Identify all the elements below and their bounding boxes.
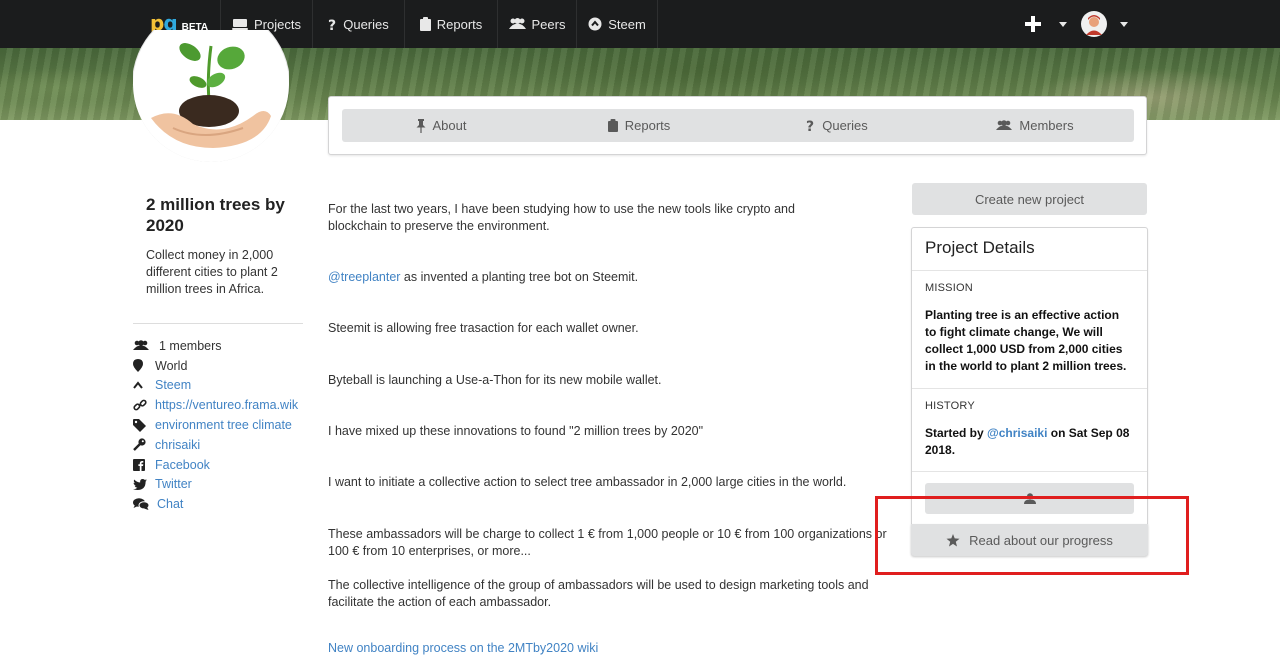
users-icon — [133, 340, 149, 351]
highlight-box — [875, 496, 1189, 575]
history-text: Started by @chrisaiki on Sat Sep 08 2018… — [925, 425, 1130, 459]
project-title: 2 million trees by 2020 — [146, 195, 285, 235]
divider — [912, 388, 1147, 389]
meta-tags[interactable]: environment tree climate — [133, 415, 313, 435]
create-project-button[interactable]: Create new project — [912, 183, 1147, 215]
create-menu[interactable] — [1024, 0, 1067, 48]
meta-owner[interactable]: chrisaiki — [133, 435, 313, 455]
nav-steem[interactable]: Steem — [576, 0, 658, 48]
paragraph: Byteball is launching a Use-a-Thon for i… — [328, 373, 662, 387]
meta-facebook[interactable]: Facebook — [133, 455, 313, 475]
paragraph: The collective intelligence of the group… — [328, 578, 869, 609]
meta-members: 1 members — [133, 336, 313, 356]
nav-steem-label: Steem — [608, 16, 646, 32]
meta-facebook-link[interactable]: Facebook — [155, 458, 210, 472]
paragraph: New onboarding process on the 2MTby2020 … — [328, 640, 888, 657]
avatar — [1081, 11, 1107, 37]
paragraph: For the last two years, I have been stud… — [328, 202, 795, 233]
history-user-link[interactable]: @chrisaiki — [987, 426, 1047, 440]
meta-steem[interactable]: Steem — [133, 376, 313, 396]
project-meta-list: 1 members World Steem https://ventureo.f… — [133, 336, 313, 514]
clipboard-icon — [607, 119, 618, 132]
nav-reports[interactable]: Reports — [404, 0, 497, 48]
project-tab-card: About Reports ? Queries Members — [328, 96, 1147, 155]
meta-owner-link[interactable]: chrisaiki — [155, 438, 200, 452]
svg-text:?: ? — [806, 119, 814, 132]
meta-website[interactable]: https://ventureo.frama.wik — [133, 395, 313, 415]
paragraph: I want to initiate a collective action t… — [328, 475, 847, 489]
meta-steem-link[interactable]: Steem — [155, 378, 191, 392]
tag-icon — [133, 418, 146, 432]
mission-text: Planting tree is an effective action to … — [925, 308, 1127, 373]
paragraph: Steemit is allowing free trasaction for … — [328, 321, 639, 335]
pin-icon — [416, 118, 425, 133]
nav-queries-label: Queries — [343, 16, 389, 32]
nav-reports-label: Reports — [436, 16, 483, 32]
meta-twitter-link[interactable]: Twitter — [155, 477, 192, 491]
tab-members[interactable]: Members — [936, 109, 1134, 142]
meta-members-text: 1 members — [159, 338, 222, 353]
question-icon: ? — [328, 18, 336, 31]
link-icon — [133, 399, 147, 411]
history-label: HISTORY — [925, 400, 975, 412]
project-description: Collect money in 2,000 different cities … — [146, 248, 278, 296]
question-icon: ? — [806, 119, 814, 132]
meta-location-text: World — [155, 358, 188, 373]
projects-icon — [232, 18, 249, 30]
paragraph: I have mixed up these innovations to fou… — [328, 424, 704, 438]
history-prefix: Started by — [925, 426, 988, 440]
tab-queries[interactable]: ? Queries — [738, 109, 936, 142]
meta-location: World — [133, 356, 313, 376]
tab-members-label: Members — [1019, 118, 1074, 133]
twitter-icon — [133, 478, 147, 490]
steem-chevron-icon — [133, 381, 143, 390]
chevron-down-icon — [1120, 21, 1128, 27]
chevron-down-icon — [1059, 21, 1067, 27]
tab-reports[interactable]: Reports — [540, 109, 738, 142]
tab-reports-label: Reports — [624, 118, 671, 133]
map-marker-icon — [133, 359, 143, 373]
user-menu[interactable] — [1081, 0, 1128, 48]
project-image — [133, 30, 289, 162]
project-tabs: About Reports ? Queries Members — [342, 109, 1134, 142]
tab-queries-label: Queries — [822, 118, 868, 133]
meta-twitter[interactable]: Twitter — [133, 475, 313, 495]
chat-icon — [133, 498, 149, 511]
facebook-icon — [133, 458, 145, 471]
meta-website-link[interactable]: https://ventureo.frama.wik — [155, 398, 298, 412]
meta-chat[interactable]: Chat — [133, 494, 313, 514]
paragraph-text: as invented a planting tree bot on Steem… — [400, 270, 639, 284]
tab-about[interactable]: About — [342, 109, 540, 142]
mission-label: MISSION — [925, 282, 973, 294]
meta-tags-link[interactable]: environment tree climate — [155, 418, 292, 432]
divider — [912, 471, 1147, 472]
paragraph: These ambassadors will be charge to coll… — [328, 527, 887, 558]
nav-peers[interactable]: Peers — [497, 0, 576, 48]
svg-text:?: ? — [328, 18, 336, 31]
project-details-title: Project Details — [912, 228, 1147, 271]
nav-peers-label: Peers — [531, 16, 566, 32]
steem-icon — [588, 17, 602, 31]
plant-in-hand-image — [151, 43, 271, 148]
divider — [133, 323, 303, 324]
users-icon — [996, 120, 1013, 130]
plus-icon — [1025, 16, 1041, 32]
nav-queries[interactable]: ? Queries — [312, 0, 404, 48]
clipboard-icon — [419, 17, 431, 31]
users-icon — [508, 18, 526, 29]
onboarding-wiki-link[interactable]: New onboarding process on the 2MTby2020 … — [328, 641, 598, 655]
key-icon — [133, 438, 146, 452]
meta-chat-link[interactable]: Chat — [157, 497, 183, 511]
paragraph: @treeplanter as invented a planting tree… — [328, 269, 888, 286]
tab-about-label: About — [432, 118, 467, 133]
treeplanter-link[interactable]: @treeplanter — [328, 270, 400, 284]
